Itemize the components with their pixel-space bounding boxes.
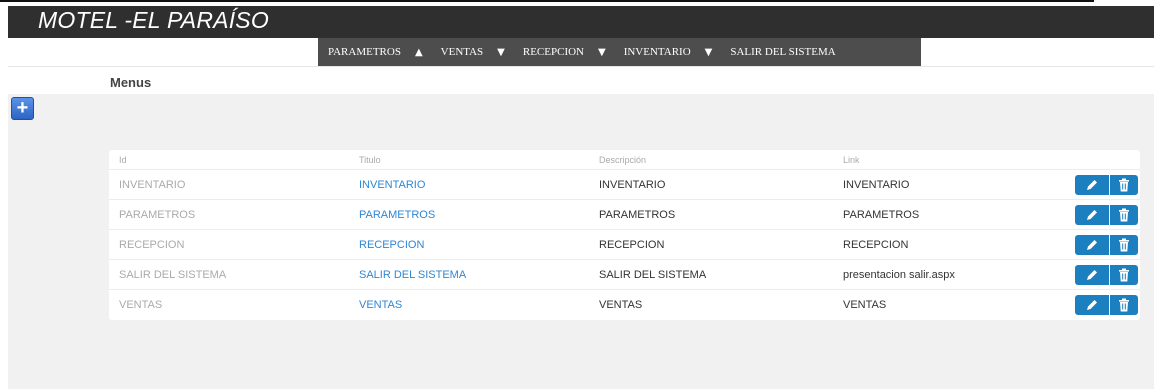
row-actions [1063, 295, 1140, 315]
table-row: PARAMETROS PARAMETROS PARAMETROS PARAMET… [109, 200, 1140, 230]
caret-down-icon: ▼ [497, 46, 505, 58]
caret-down-icon: ▼ [598, 46, 606, 58]
table-row: VENTAS VENTAS VENTAS VENTAS [109, 290, 1140, 320]
cell-link: RECEPCION [843, 238, 909, 251]
cell-link: PARAMETROS [843, 208, 920, 221]
trash-icon [1119, 298, 1129, 312]
add-menu-button[interactable]: + [11, 97, 34, 120]
table-row: INVENTARIO INVENTARIO INVENTARIO INVENTA… [109, 170, 1140, 200]
cell-link: INVENTARIO [843, 178, 910, 191]
pencil-icon [1087, 269, 1097, 280]
cell-link: VENTAS [843, 299, 887, 311]
row-actions [1063, 264, 1140, 285]
cell-id: INVENTARIO [119, 178, 186, 191]
pencil-icon [1087, 209, 1097, 220]
nav-item-parametros[interactable]: PARAMETROS ▲ [328, 46, 423, 58]
trash-icon [1119, 178, 1129, 191]
edit-button[interactable] [1075, 234, 1109, 255]
nav-item-ventas[interactable]: VENTAS ▼ [441, 46, 505, 58]
table-row: RECEPCION RECEPCION RECEPCION RECEPCION [109, 230, 1140, 260]
row-actions [1063, 204, 1140, 225]
app-header: MOTEL -EL PARAÍSO [8, 6, 1154, 38]
main-navbar: PARAMETROS ▲ VENTAS ▼ RECEPCION ▼ INVENT… [318, 38, 921, 66]
cell-id: RECEPCION [119, 238, 185, 251]
caret-down-icon: ▼ [704, 46, 713, 58]
row-actions [1063, 174, 1140, 195]
cell-descripcion: SALIR DEL SISTEMA [599, 268, 707, 281]
nav-item-inventario[interactable]: INVENTARIO ▼ [624, 46, 713, 58]
column-header-descripcion[interactable]: Descripción [599, 155, 843, 165]
delete-button[interactable] [1110, 174, 1138, 195]
plus-icon: + [16, 97, 29, 119]
menus-table: Id Titulo Descripción Link INVENTARIO IN… [109, 150, 1140, 320]
top-border-line [0, 0, 1094, 2]
delete-button[interactable] [1110, 204, 1138, 225]
trash-icon [1119, 268, 1129, 281]
nav-item-label: VENTAS [440, 46, 484, 58]
nav-item-label: PARAMETROS [328, 46, 401, 58]
column-header-link[interactable]: Link [843, 155, 1063, 165]
delete-button[interactable] [1110, 295, 1138, 315]
table-header-row: Id Titulo Descripción Link [109, 150, 1140, 170]
cell-descripcion: RECEPCION [599, 238, 665, 251]
cell-titulo-link[interactable]: PARAMETROS [359, 209, 599, 221]
cell-link: presentacion salir.aspx [843, 268, 955, 281]
nav-item-label: RECEPCION [522, 46, 584, 58]
edit-button[interactable] [1075, 204, 1109, 225]
nav-item-label: SALIR DEL SISTEMA [730, 46, 836, 58]
page-title: Menus [110, 75, 152, 90]
edit-button[interactable] [1075, 174, 1109, 195]
cell-id: SALIR DEL SISTEMA [119, 268, 227, 281]
caret-up-icon: ▲ [414, 46, 423, 58]
cell-id: PARAMETROS [119, 208, 196, 221]
nav-item-salir-del-sistema[interactable]: SALIR DEL SISTEMA [730, 46, 835, 58]
delete-button[interactable] [1110, 234, 1138, 255]
column-header-titulo[interactable]: Titulo [359, 155, 599, 165]
app-title: MOTEL -EL PARAÍSO [38, 7, 269, 33]
row-actions [1063, 234, 1140, 255]
cell-titulo-link[interactable]: VENTAS [359, 299, 599, 311]
nav-item-recepcion[interactable]: RECEPCION ▼ [523, 46, 606, 58]
column-header-id[interactable]: Id [109, 155, 359, 165]
cell-id: VENTAS [119, 299, 163, 311]
pencil-icon [1087, 179, 1097, 190]
table-row: SALIR DEL SISTEMA SALIR DEL SISTEMA SALI… [109, 260, 1140, 290]
cell-descripcion: VENTAS [599, 299, 643, 311]
cell-descripcion: INVENTARIO [599, 178, 666, 191]
pencil-icon [1087, 300, 1097, 310]
cell-titulo-link[interactable]: SALIR DEL SISTEMA [359, 269, 599, 281]
trash-icon [1119, 238, 1129, 251]
header-divider [8, 66, 1154, 67]
nav-item-label: INVENTARIO [623, 46, 691, 58]
trash-icon [1119, 208, 1129, 221]
pencil-icon [1087, 239, 1097, 250]
cell-titulo-link[interactable]: INVENTARIO [359, 179, 599, 191]
delete-button[interactable] [1110, 264, 1138, 285]
cell-descripcion: PARAMETROS [599, 208, 676, 221]
cell-titulo-link[interactable]: RECEPCION [359, 239, 599, 251]
edit-button[interactable] [1075, 295, 1109, 315]
edit-button[interactable] [1075, 264, 1109, 285]
